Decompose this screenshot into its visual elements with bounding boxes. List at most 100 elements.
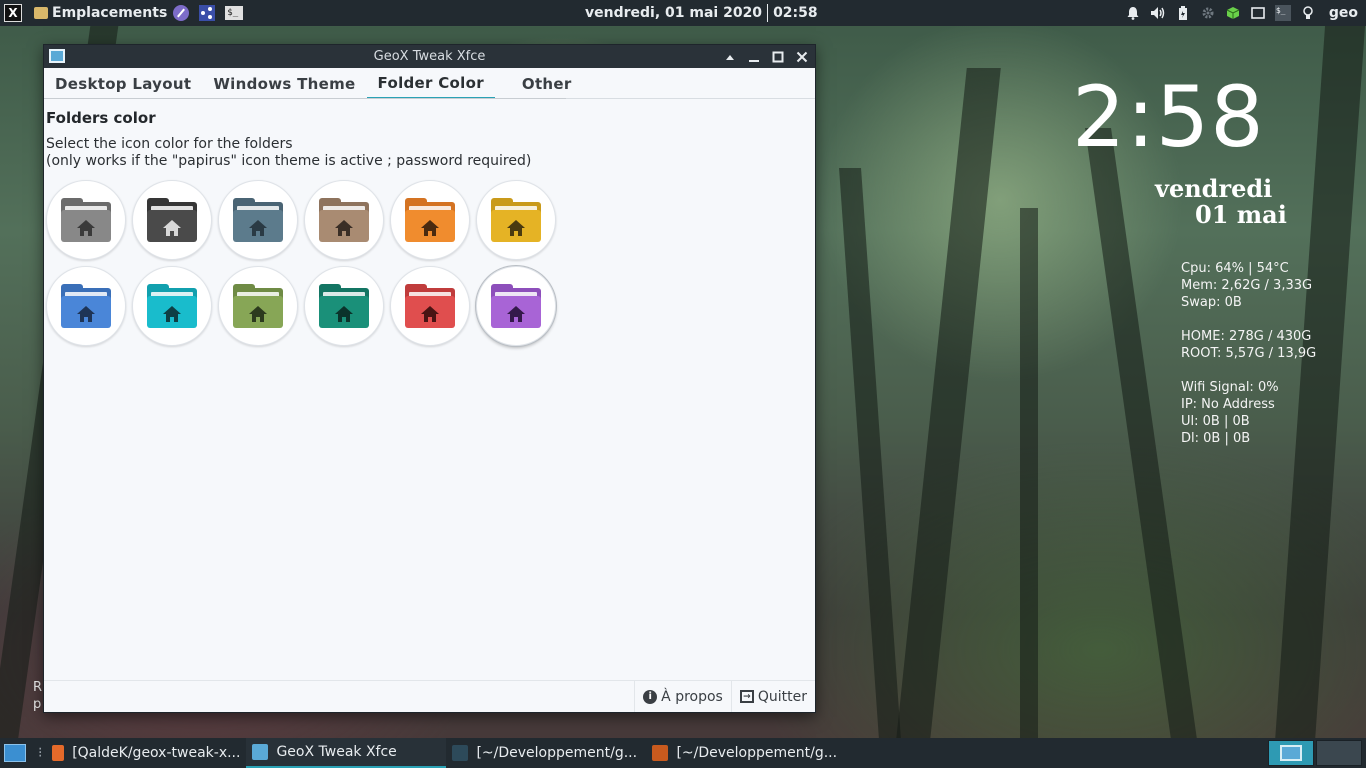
home-icon xyxy=(335,306,353,324)
folder-color-green-button[interactable] xyxy=(218,266,298,346)
panel-date: vendredi, 01 mai 2020 xyxy=(585,5,763,21)
terminal-tray-icon[interactable]: $_ xyxy=(1274,5,1291,21)
folder-violet-icon xyxy=(491,284,541,328)
task-app-icon xyxy=(52,745,65,761)
battery-icon[interactable] xyxy=(1175,5,1191,21)
workspace-switcher xyxy=(1268,738,1362,768)
tab-desktop-layout[interactable]: Desktop Layout xyxy=(44,68,202,99)
home-icon xyxy=(163,306,181,324)
task-button[interactable]: [~/Developpement/g... xyxy=(446,738,646,768)
folder-color-grey-button[interactable] xyxy=(46,180,126,260)
folder-teal-icon xyxy=(319,284,369,328)
conky-stat-line: Dl: 0B | 0B xyxy=(1181,431,1251,446)
folder-black-icon xyxy=(147,198,197,242)
conky-stat-line: Ul: 0B | 0B xyxy=(1181,414,1250,429)
home-icon xyxy=(77,306,95,324)
folder-cyan-icon xyxy=(147,284,197,328)
workspace-2[interactable] xyxy=(1316,740,1362,766)
task-app-icon xyxy=(452,745,469,761)
browser-compass-icon[interactable] xyxy=(173,5,190,21)
conky-stat-line: HOME: 278G / 430G xyxy=(1181,329,1312,344)
task-app-icon xyxy=(252,744,269,760)
bottom-panel: ⁝ [QaldeK/geox-tweak-x... GeoX Tweak Xfce… xyxy=(0,738,1366,768)
conky-stat-line: ROOT: 5,57G / 13,9G xyxy=(1181,346,1317,361)
quit-button[interactable]: → Quitter xyxy=(730,681,815,712)
folder-color-cyan-button[interactable] xyxy=(132,266,212,346)
folder-color-brown-button[interactable] xyxy=(304,180,384,260)
show-desktop-button[interactable] xyxy=(4,744,26,762)
description: Select the icon color for the folders (o… xyxy=(46,136,532,169)
notification-bell-icon[interactable] xyxy=(1125,5,1141,21)
conky-stat-line: Mem: 2,62G / 3,33G xyxy=(1181,278,1313,293)
window-titlebar[interactable]: GeoX Tweak Xfce xyxy=(44,45,815,68)
close-button[interactable] xyxy=(795,50,809,64)
geox-tweak-window: GeoX Tweak Xfce Desktop Layout Windows T… xyxy=(43,44,816,713)
about-button[interactable]: i À propos xyxy=(634,681,731,712)
workspace-1[interactable] xyxy=(1268,740,1314,766)
folder-bluegrey-icon xyxy=(233,198,283,242)
folder-color-yellow-button[interactable] xyxy=(476,180,556,260)
folder-green-icon xyxy=(233,284,283,328)
conky-date: 01 mai xyxy=(1195,200,1287,229)
task-app-icon xyxy=(652,745,669,761)
xfce-menu-icon[interactable]: X xyxy=(4,4,22,22)
home-icon xyxy=(421,306,439,324)
tab-folder-color[interactable]: Folder Color xyxy=(366,68,495,99)
folder-color-bluegrey-button[interactable] xyxy=(218,180,298,260)
terminal-launcher-icon[interactable]: $_ xyxy=(225,6,244,20)
lightbulb-icon[interactable] xyxy=(1300,5,1316,21)
section-title: Folders color xyxy=(46,109,156,127)
home-icon xyxy=(507,220,525,238)
settings-gear-icon[interactable] xyxy=(1200,5,1216,21)
top-panel: X Emplacements $_ vendredi, 01 mai 2020 … xyxy=(0,0,1366,26)
conky-stat-line: Swap: 0B xyxy=(1181,295,1242,310)
panel-clock[interactable]: vendredi, 01 mai 2020 02:58 xyxy=(585,0,818,26)
folder-color-black-button[interactable] xyxy=(132,180,212,260)
conky-clock-time: 2:58 xyxy=(1072,68,1265,166)
task-button[interactable]: [QaldeK/geox-tweak-x... xyxy=(46,738,246,768)
window-switcher-icon[interactable] xyxy=(1250,5,1266,21)
folder-grey-icon xyxy=(61,198,111,242)
folder-orange-icon xyxy=(405,198,455,242)
folder-blue-icon xyxy=(61,284,111,328)
tab-windows-theme[interactable]: Windows Theme xyxy=(202,68,366,99)
conky-day: vendredi xyxy=(1155,174,1273,203)
home-icon xyxy=(249,306,267,324)
tasklist: [QaldeK/geox-tweak-x... GeoX Tweak Xfce [~… xyxy=(42,738,846,768)
user-menu[interactable]: geo xyxy=(1329,5,1358,21)
folder-yellow-icon xyxy=(491,198,541,242)
tab-other[interactable]: Other xyxy=(495,68,599,99)
home-icon xyxy=(507,306,525,324)
home-icon xyxy=(249,220,267,238)
panel-time: 02:58 xyxy=(773,5,818,21)
task-button[interactable]: GeoX Tweak Xfce xyxy=(246,738,447,768)
conky-stat-line: Cpu: 64% | 54°C xyxy=(1181,261,1289,276)
volume-icon[interactable] xyxy=(1150,5,1166,21)
info-icon: i xyxy=(643,689,658,704)
window-title: GeoX Tweak Xfce xyxy=(373,49,486,64)
minimize-button[interactable] xyxy=(747,50,761,64)
tab-bar: Desktop Layout Windows Theme Folder Colo… xyxy=(44,68,815,99)
folder-color-violet-button[interactable] xyxy=(476,266,556,346)
conky-stat-line: Wifi Signal: 0% xyxy=(1181,380,1279,395)
folder-color-red-button[interactable] xyxy=(390,266,470,346)
folder-color-blue-button[interactable] xyxy=(46,266,126,346)
network-share-icon[interactable] xyxy=(199,5,216,21)
conky-stat-line: IP: No Address xyxy=(1181,397,1275,412)
folder-color-panel: Folders color Select the icon color for … xyxy=(44,99,815,356)
desktop-text-fragment: R p xyxy=(33,680,43,712)
folder-color-orange-button[interactable] xyxy=(390,180,470,260)
places-folder-icon[interactable] xyxy=(34,7,48,19)
folder-brown-icon xyxy=(319,198,369,242)
folder-red-icon xyxy=(405,284,455,328)
task-button[interactable]: [~/Developpement/g... xyxy=(646,738,846,768)
conky-system-stats: Cpu: 64% | 54°C Mem: 2,62G / 3,33G Swap: 0… xyxy=(1181,260,1316,447)
folder-color-teal-button[interactable] xyxy=(304,266,384,346)
package-updates-icon[interactable] xyxy=(1225,5,1241,21)
places-menu[interactable]: Emplacements xyxy=(52,5,167,21)
shade-button[interactable] xyxy=(723,50,737,64)
folder-color-grid xyxy=(46,180,813,346)
maximize-button[interactable] xyxy=(771,50,785,64)
window-footer: i À propos → Quitter xyxy=(44,680,815,712)
home-icon xyxy=(77,220,95,238)
